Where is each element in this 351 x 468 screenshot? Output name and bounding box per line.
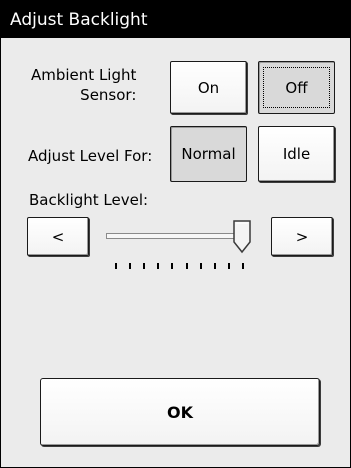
level-normal-button[interactable]: Normal xyxy=(170,126,247,182)
slider-tick xyxy=(227,263,230,269)
slider-tick xyxy=(157,263,160,269)
backlight-increase-button[interactable]: > xyxy=(271,217,333,256)
slider-tick xyxy=(143,263,146,269)
adjust-level-label: Adjust Level For: xyxy=(28,147,153,165)
backlight-slider-thumb[interactable] xyxy=(232,220,252,254)
decrease-label: < xyxy=(51,227,65,246)
slider-tick xyxy=(185,263,188,269)
slider-tick xyxy=(213,263,216,269)
focus-ring xyxy=(263,67,330,108)
backlight-slider-track[interactable] xyxy=(106,233,250,239)
adjust-backlight-dialog: Adjust Backlight Ambient Light Sensor: O… xyxy=(0,0,351,468)
ambient-off-button[interactable]: Off xyxy=(258,61,335,114)
slider-tick xyxy=(115,263,117,269)
level-idle-button[interactable]: Idle xyxy=(258,126,335,182)
level-idle-label: Idle xyxy=(282,145,311,163)
ambient-on-button[interactable]: On xyxy=(170,61,247,114)
slider-tick xyxy=(129,263,132,269)
slider-tick xyxy=(171,263,174,269)
backlight-level-label: Backlight Level: xyxy=(29,191,149,209)
increase-label: > xyxy=(295,227,309,246)
slider-tick xyxy=(199,263,202,269)
ok-button[interactable]: OK xyxy=(40,378,320,446)
ambient-light-sensor-label: Ambient Light Sensor: xyxy=(31,66,137,104)
backlight-decrease-button[interactable]: < xyxy=(27,217,89,256)
ok-label: OK xyxy=(167,402,193,422)
level-normal-label: Normal xyxy=(181,145,236,163)
ambient-on-label: On xyxy=(197,78,220,97)
dialog-title: Adjust Backlight xyxy=(10,10,148,30)
slider-tick xyxy=(242,263,244,269)
title-bar: Adjust Backlight xyxy=(1,1,350,38)
